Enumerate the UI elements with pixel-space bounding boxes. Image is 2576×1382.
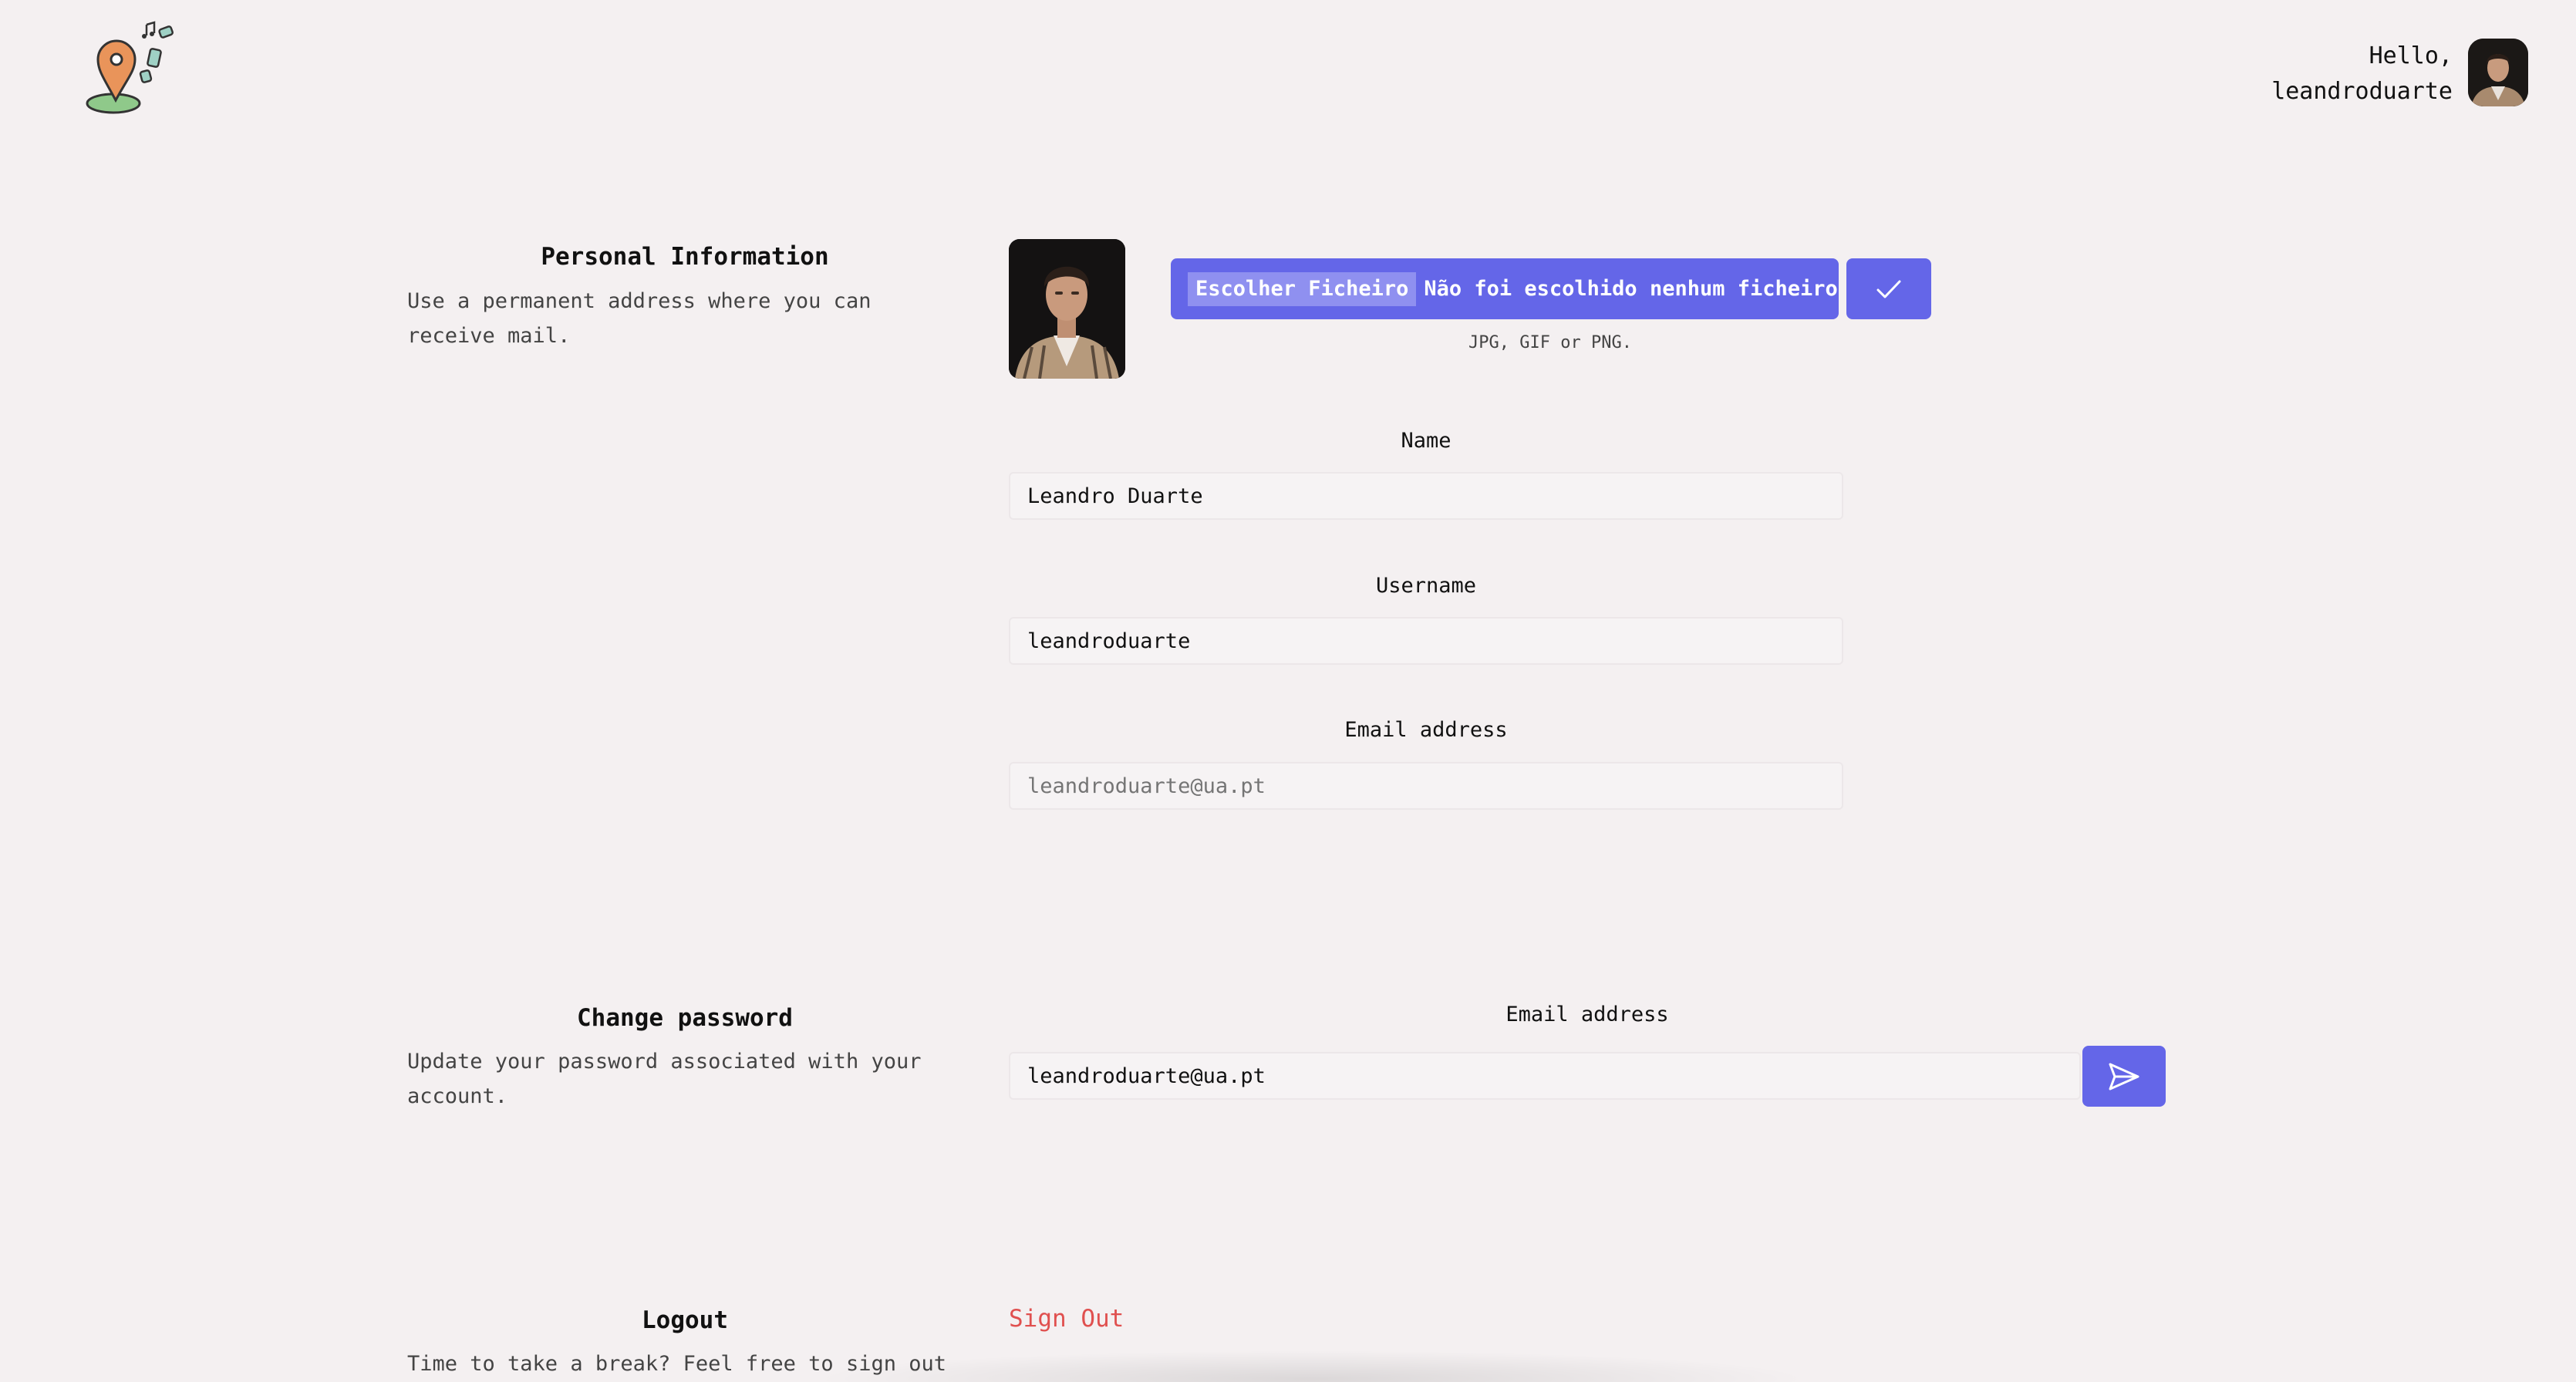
email-input[interactable] xyxy=(1009,762,1843,810)
file-picker[interactable]: Escolher Ficheiro Não foi escolhido nenh… xyxy=(1171,258,1839,319)
greeting-hello: Hello, xyxy=(2369,42,2453,69)
change-password-title: Change password xyxy=(577,1004,793,1032)
send-icon xyxy=(2109,1063,2139,1090)
reset-email-input[interactable] xyxy=(1009,1052,2081,1100)
file-type-hint: JPG, GIF or PNG. xyxy=(1468,333,1632,352)
name-input[interactable] xyxy=(1009,472,1843,520)
username-input[interactable] xyxy=(1009,617,1843,665)
user-greeting: Hello, leandroduarte xyxy=(2271,39,2453,110)
choose-file-button[interactable]: Escolher Ficheiro xyxy=(1188,271,1417,306)
checkmark-icon xyxy=(1876,280,1901,298)
send-reset-button[interactable] xyxy=(2082,1046,2166,1107)
name-label: Name xyxy=(1401,429,1452,453)
bottom-shadow xyxy=(771,1348,1851,1382)
greeting-username: leandroduarte xyxy=(2271,78,2453,105)
file-status-text: Não foi escolhido nenhum ficheiro xyxy=(1424,277,1838,301)
sign-out-link[interactable]: Sign Out xyxy=(1009,1305,1124,1333)
username-label: Username xyxy=(1375,574,1477,598)
logout-title: Logout xyxy=(642,1306,728,1334)
email-label: Email address xyxy=(1344,718,1508,742)
settings-page: Hello, leandroduarte Personal Informatio… xyxy=(0,0,2576,1382)
reset-email-label: Email address xyxy=(1505,1003,1669,1026)
personal-info-title: Personal Information xyxy=(541,243,829,271)
app-logo-icon[interactable] xyxy=(81,17,197,120)
change-password-description: Update your password associated with you… xyxy=(407,1050,922,1108)
profile-photo xyxy=(1009,239,1125,379)
confirm-upload-button[interactable] xyxy=(1846,258,1931,319)
personal-info-description: Use a permanent address where you can re… xyxy=(407,289,872,348)
header-avatar[interactable] xyxy=(2468,39,2528,106)
